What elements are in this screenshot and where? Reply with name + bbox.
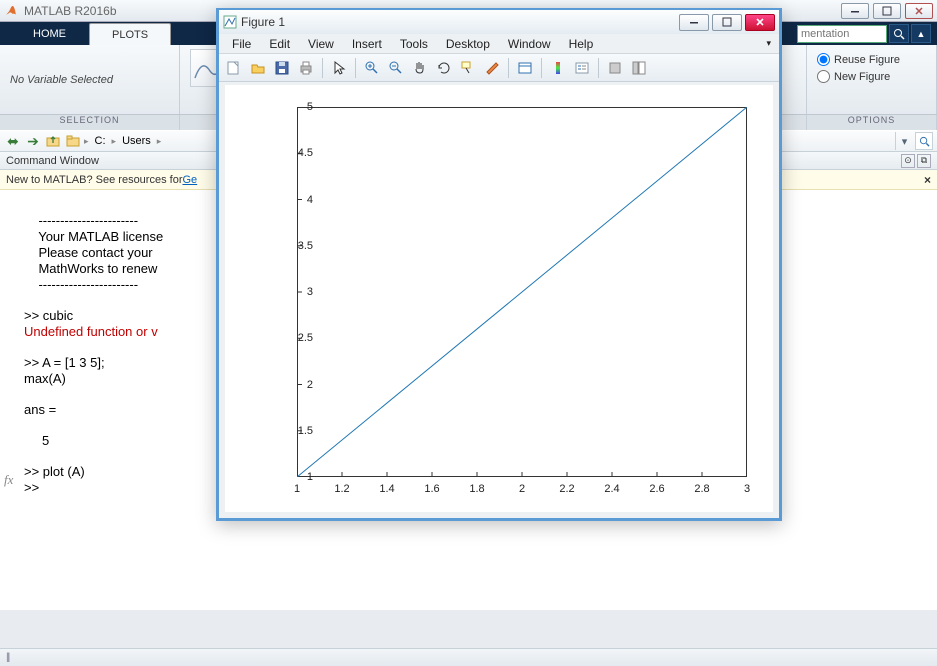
- crumb-c[interactable]: C:: [91, 135, 110, 147]
- show-tools-icon[interactable]: [628, 57, 650, 79]
- figure-canvas: 1 1.5 2 2.5 3 3.5 4 4.5 5 1 1.2 1.4 1.6 …: [225, 85, 773, 512]
- hide-tools-icon[interactable]: [604, 57, 626, 79]
- browse-folder-button[interactable]: [64, 132, 82, 150]
- section-selection-label: SELECTION: [0, 115, 180, 130]
- rotate-icon[interactable]: [433, 57, 455, 79]
- menu-insert[interactable]: Insert: [343, 37, 391, 51]
- figure-toolbar: [219, 54, 779, 82]
- zoom-in-icon[interactable]: [361, 57, 383, 79]
- path-dropdown[interactable]: ▾: [895, 132, 913, 150]
- legend-icon[interactable]: [571, 57, 593, 79]
- pointer-icon[interactable]: [328, 57, 350, 79]
- forward-button[interactable]: ➔: [24, 132, 42, 150]
- figure-titlebar[interactable]: Figure 1: [219, 10, 779, 34]
- link-icon[interactable]: [514, 57, 536, 79]
- app-title: MATLAB R2016b: [24, 4, 117, 18]
- close-button[interactable]: [905, 3, 933, 19]
- banner-close-button[interactable]: ×: [924, 173, 931, 187]
- figure-close-button[interactable]: [745, 14, 775, 31]
- colorbar-icon[interactable]: [547, 57, 569, 79]
- new-figure-icon[interactable]: [223, 57, 245, 79]
- up-folder-button[interactable]: [44, 132, 62, 150]
- minimize-button[interactable]: [841, 3, 869, 19]
- cmd-undock-button[interactable]: ⧉: [917, 154, 931, 168]
- zoom-out-icon[interactable]: [385, 57, 407, 79]
- figure-minimize-button[interactable]: [679, 14, 709, 31]
- menu-overflow-button[interactable]: ▾: [762, 38, 775, 49]
- brush-icon[interactable]: [481, 57, 503, 79]
- figure-window: Figure 1 File Edit View Insert Tools Des…: [216, 8, 782, 521]
- back-button[interactable]: ⬌: [4, 132, 22, 150]
- search-button[interactable]: [889, 24, 909, 43]
- ribbon-toggle-button[interactable]: ▲: [911, 24, 931, 43]
- no-variable-label: No Variable Selected: [10, 74, 169, 86]
- menu-desktop[interactable]: Desktop: [437, 37, 499, 51]
- path-search-button[interactable]: [915, 132, 933, 150]
- getting-started-link[interactable]: Ge: [182, 174, 197, 186]
- maximize-button[interactable]: [873, 3, 901, 19]
- menu-edit[interactable]: Edit: [260, 37, 299, 51]
- crumb-users[interactable]: Users: [118, 135, 155, 147]
- reuse-figure-radio[interactable]: Reuse Figure: [817, 53, 926, 66]
- open-icon[interactable]: [247, 57, 269, 79]
- menu-view[interactable]: View: [299, 37, 343, 51]
- save-icon[interactable]: [271, 57, 293, 79]
- figure-menubar: File Edit View Insert Tools Desktop Wind…: [219, 34, 779, 54]
- tab-home[interactable]: HOME: [10, 23, 89, 45]
- fx-icon[interactable]: fx: [4, 472, 13, 488]
- window-controls: [841, 3, 933, 19]
- new-figure-radio[interactable]: New Figure: [817, 70, 926, 83]
- pan-icon[interactable]: [409, 57, 431, 79]
- status-bar: ||||: [0, 648, 937, 666]
- figure-title: Figure 1: [241, 15, 285, 29]
- plot-line: [297, 107, 747, 477]
- doc-search-input[interactable]: [797, 25, 887, 43]
- menu-window[interactable]: Window: [499, 37, 560, 51]
- datacursor-icon[interactable]: [457, 57, 479, 79]
- figure-icon: [223, 15, 237, 29]
- grip-icon: ||||: [6, 652, 8, 663]
- cmd-dropdown-button[interactable]: ⊙: [901, 154, 915, 168]
- matlab-logo-icon: [4, 4, 18, 18]
- section-options-label: OPTIONS: [807, 115, 937, 130]
- menu-file[interactable]: File: [223, 37, 260, 51]
- figure-maximize-button[interactable]: [712, 14, 742, 31]
- print-icon[interactable]: [295, 57, 317, 79]
- menu-tools[interactable]: Tools: [391, 37, 437, 51]
- menu-help[interactable]: Help: [560, 37, 603, 51]
- tab-plots[interactable]: PLOTS: [89, 23, 171, 45]
